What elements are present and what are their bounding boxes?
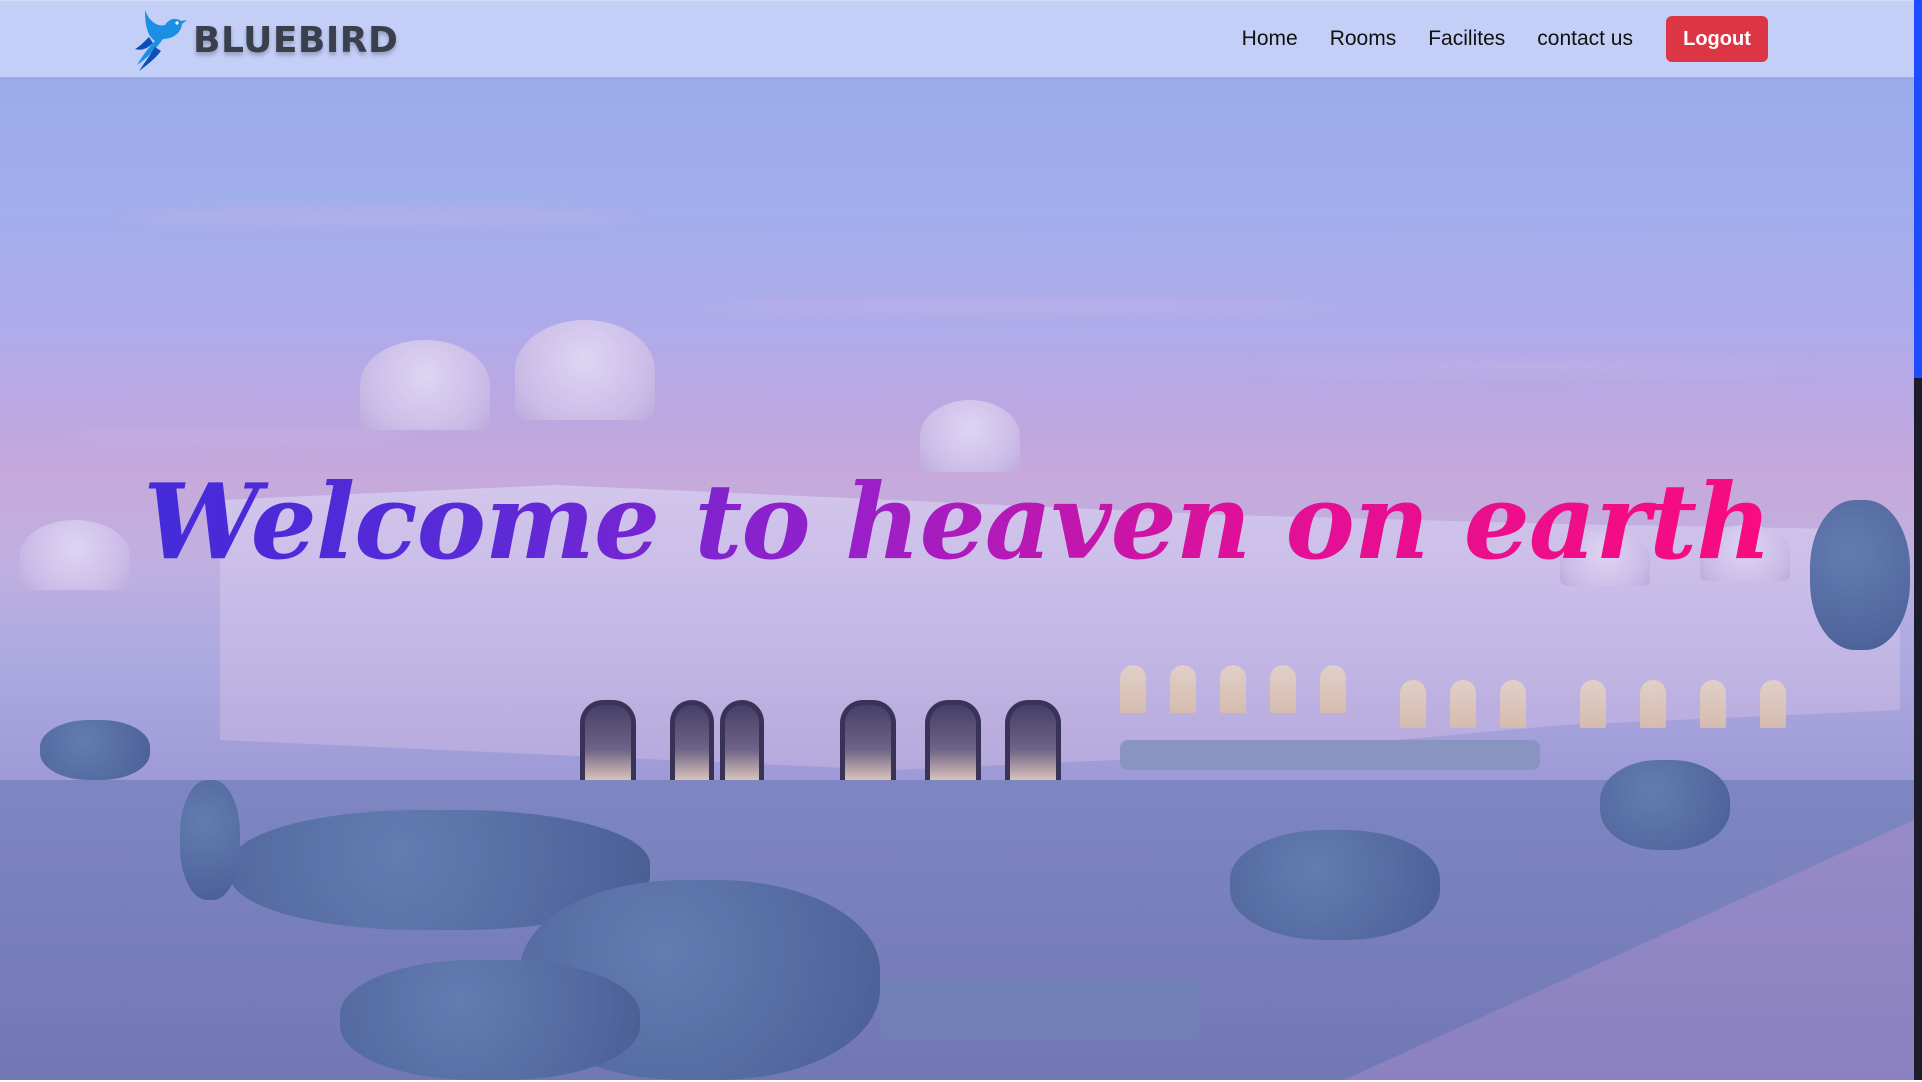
navbar: BLUEBIRD Home Rooms Facilites contact us… [0,0,1914,77]
hero-headline: Welcome to heaven on earth [0,452,1914,592]
logout-button[interactable]: Logout [1666,16,1768,62]
brand[interactable]: BLUEBIRD [135,7,398,73]
nav-link-facilities[interactable]: Facilites [1428,27,1505,51]
nav-link-contact-us[interactable]: contact us [1537,27,1633,51]
bluebird-logo-icon [135,10,187,71]
nav-links: Home Rooms Facilites contact us Logout [1210,1,1768,77]
scrollbar-track[interactable] [1914,0,1922,378]
scrollbar-thumb[interactable] [1914,378,1922,1082]
nav-link-rooms[interactable]: Rooms [1330,27,1397,51]
page: BLUEBIRD Home Rooms Facilites contact us… [0,0,1922,1082]
brand-name: BLUEBIRD [193,19,399,61]
scrollbar[interactable] [1914,0,1922,1082]
nav-link-home[interactable]: Home [1242,27,1298,51]
